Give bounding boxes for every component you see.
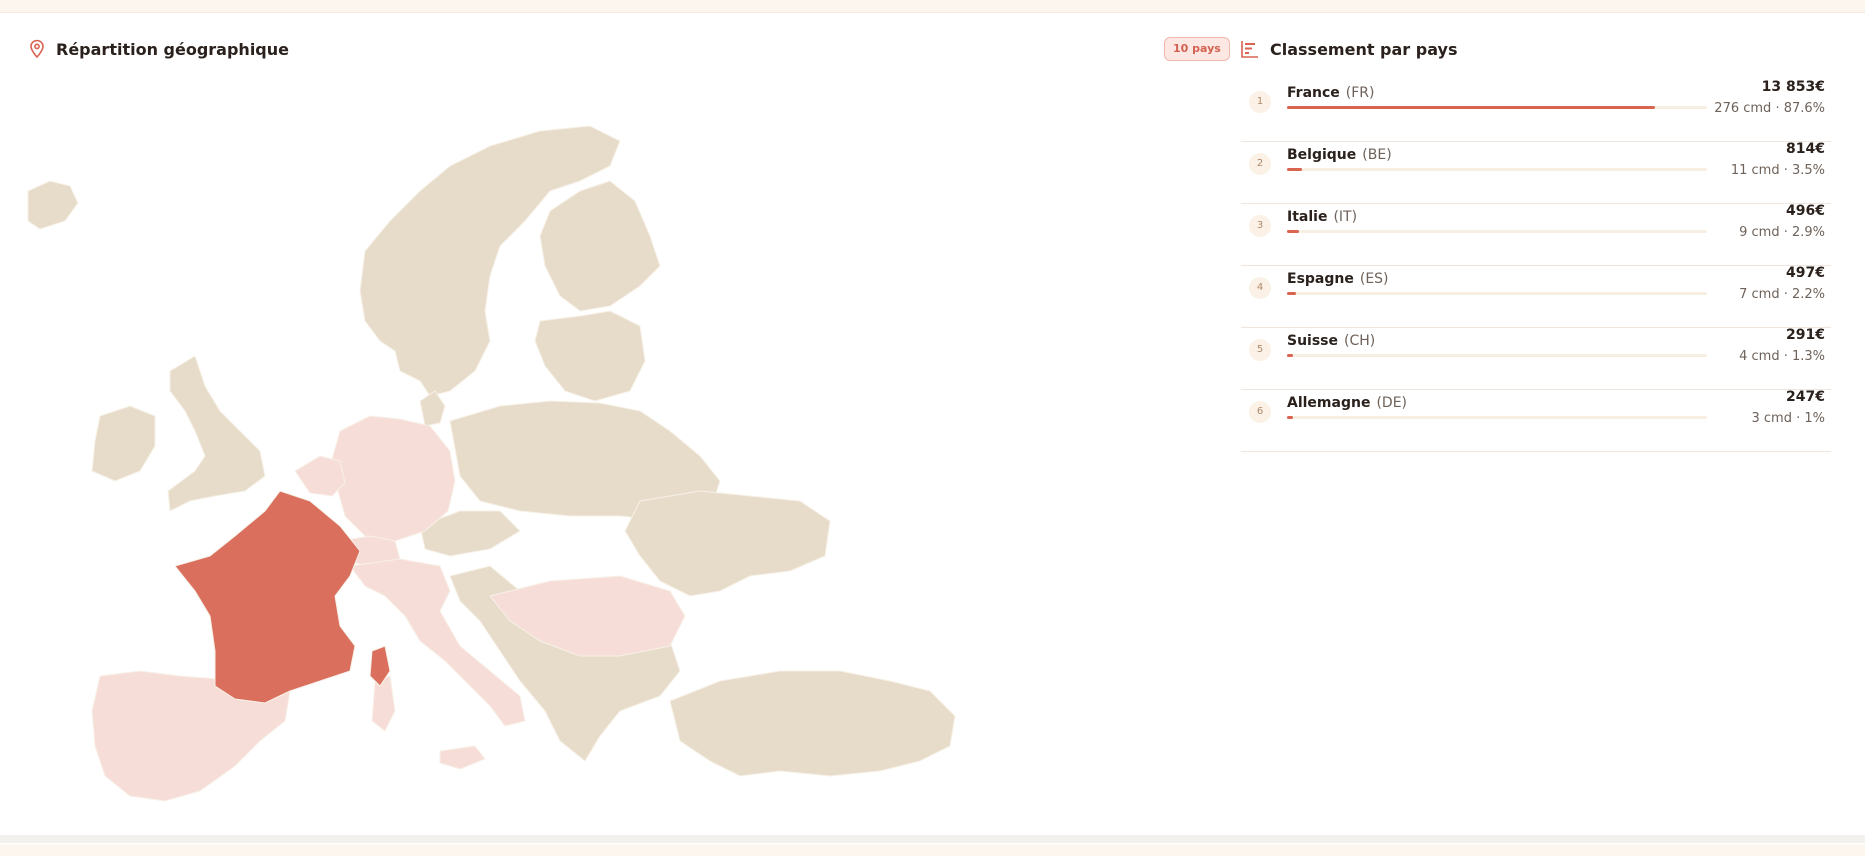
country-orders-share: 9 cmd · 2.9% [1739, 225, 1825, 240]
rank-number: 3 [1249, 215, 1271, 237]
country-name: Belgique (BE) [1287, 147, 1392, 163]
country-name: Espagne (ES) [1287, 271, 1389, 287]
country-code: (FR) [1345, 85, 1375, 101]
share-bar-track [1287, 354, 1707, 357]
country-code: (IT) [1333, 209, 1358, 225]
bottom-scroll-edge [0, 835, 1865, 843]
share-bar-fill [1287, 168, 1302, 171]
country-label: Allemagne [1287, 395, 1371, 411]
country-sardinia[interactable] [371, 675, 396, 732]
share-bar-fill [1287, 354, 1293, 357]
country-code: (CH) [1344, 333, 1376, 349]
country-uk[interactable] [167, 355, 266, 512]
rank-number: 1 [1249, 91, 1271, 113]
ranking-row[interactable]: 4 Espagne (ES) 497€ 7 cmd · 2.2% [1241, 265, 1831, 328]
country-name: Allemagne (DE) [1287, 395, 1407, 411]
country-amount: 247€ [1786, 389, 1825, 405]
map-title: Répartition géographique [56, 39, 289, 59]
country-turkey[interactable] [669, 670, 956, 777]
country-code: (BE) [1362, 147, 1392, 163]
ranking-list: 1 France (FR) 13 853€ 276 cmd · 87.6% 2 Belgiq… [1241, 79, 1831, 452]
country-orders-share: 7 cmd · 2.2% [1739, 287, 1825, 302]
share-bar-track [1287, 292, 1707, 295]
country-france[interactable] [174, 490, 361, 704]
share-bar-fill [1287, 106, 1655, 109]
share-bar-fill [1287, 230, 1299, 233]
country-orders-share: 4 cmd · 1.3% [1739, 349, 1825, 364]
country-amount: 13 853€ [1761, 79, 1825, 95]
map-header: Répartition géographique [28, 39, 289, 59]
country-label: Belgique [1287, 147, 1357, 163]
geo-card: Répartition géographique 10 pays Classem… [0, 12, 1865, 844]
country-count-badge: 10 pays [1164, 37, 1230, 61]
share-bar-fill [1287, 292, 1296, 295]
country-orders-share: 3 cmd · 1% [1751, 411, 1826, 426]
ranking-row[interactable]: 6 Allemagne (DE) 247€ 3 cmd · 1% [1241, 389, 1831, 452]
europe-map-svg[interactable] [20, 71, 1180, 856]
ranking-row[interactable]: 5 Suisse (CH) 291€ 4 cmd · 1.3% [1241, 327, 1831, 390]
country-iceland[interactable] [27, 180, 79, 230]
europe-map[interactable] [20, 71, 1180, 856]
country-baltics[interactable] [534, 310, 646, 402]
country-label: Suisse [1287, 333, 1339, 349]
country-code: (DE) [1376, 395, 1408, 411]
country-code: (ES) [1359, 271, 1389, 287]
rank-number: 2 [1249, 153, 1271, 175]
share-bar-track [1287, 106, 1707, 109]
ranking-row[interactable]: 2 Belgique (BE) 814€ 11 cmd · 3.5% [1241, 141, 1831, 204]
share-bar-fill [1287, 416, 1293, 419]
country-label: Italie [1287, 209, 1328, 225]
country-amount: 291€ [1786, 327, 1825, 343]
ranking-row[interactable]: 1 France (FR) 13 853€ 276 cmd · 87.6% [1241, 79, 1831, 142]
country-benelux[interactable] [294, 455, 346, 497]
country-name: Italie (IT) [1287, 209, 1357, 225]
country-ireland[interactable] [91, 405, 156, 482]
country-orders-share: 276 cmd · 87.6% [1714, 101, 1825, 116]
share-bar-track [1287, 416, 1707, 419]
country-label: France [1287, 85, 1340, 101]
country-sicily[interactable] [439, 745, 486, 770]
ranking-title: Classement par pays [1270, 39, 1458, 59]
country-denmark[interactable] [419, 390, 446, 427]
country-amount: 496€ [1786, 203, 1825, 219]
ranking-row[interactable]: 3 Italie (IT) 496€ 9 cmd · 2.9% [1241, 203, 1831, 266]
country-ukraine[interactable] [624, 490, 831, 597]
country-orders-share: 11 cmd · 3.5% [1730, 163, 1825, 178]
country-name: Suisse (CH) [1287, 333, 1375, 349]
ranking-bars-icon [1241, 41, 1258, 58]
country-name: France (FR) [1287, 85, 1375, 101]
country-label: Espagne [1287, 271, 1354, 287]
share-bar-track [1287, 168, 1707, 171]
country-finland[interactable] [539, 180, 661, 312]
map-pin-icon [30, 39, 44, 59]
country-amount: 497€ [1786, 265, 1825, 281]
share-bar-track [1287, 230, 1707, 233]
rank-number: 6 [1249, 401, 1271, 423]
rank-number: 5 [1249, 339, 1271, 361]
rank-number: 4 [1249, 277, 1271, 299]
country-amount: 814€ [1786, 141, 1825, 157]
ranking-header: Classement par pays [1240, 39, 1457, 59]
